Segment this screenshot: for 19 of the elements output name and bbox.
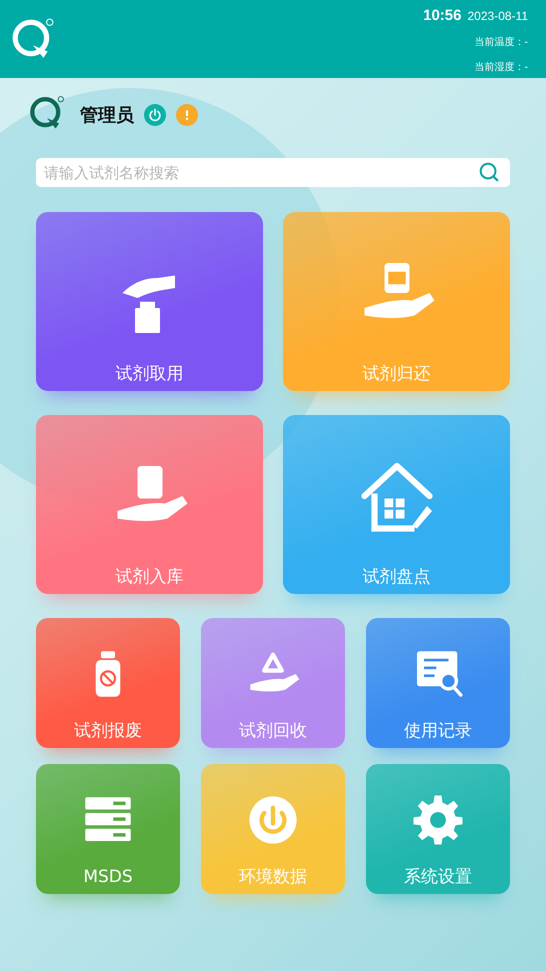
clock-time: 10:56 xyxy=(423,7,462,24)
power-icon[interactable] xyxy=(144,104,166,126)
menu-tile[interactable]: 系统设置 xyxy=(366,764,510,894)
warning-icon[interactable] xyxy=(176,104,198,126)
search-icon[interactable] xyxy=(478,161,500,183)
menu-tile[interactable]: 试剂取用 xyxy=(36,212,263,391)
menu-tile[interactable]: MSDS xyxy=(36,764,180,894)
menu-tile[interactable]: 试剂盘点 xyxy=(283,415,510,594)
menu-tile[interactable]: 试剂报废 xyxy=(36,618,180,748)
humidity-reading: 当前湿度：- xyxy=(474,60,528,74)
menu-tile[interactable]: 试剂入库 xyxy=(36,415,263,594)
search-field[interactable]: 请输入试剂名称搜索 xyxy=(36,158,510,187)
menu-tile[interactable]: 试剂回收 xyxy=(201,618,345,748)
menu-tile[interactable]: 使用记录 xyxy=(366,618,510,748)
user-name: 管理员 xyxy=(80,104,134,127)
temperature-reading: 当前温度：- xyxy=(474,36,528,49)
menu-tile[interactable]: 环境数据 xyxy=(201,764,345,894)
menu-tile[interactable]: 试剂归还 xyxy=(283,212,510,391)
date-text: 2023-08-11 xyxy=(468,9,528,23)
